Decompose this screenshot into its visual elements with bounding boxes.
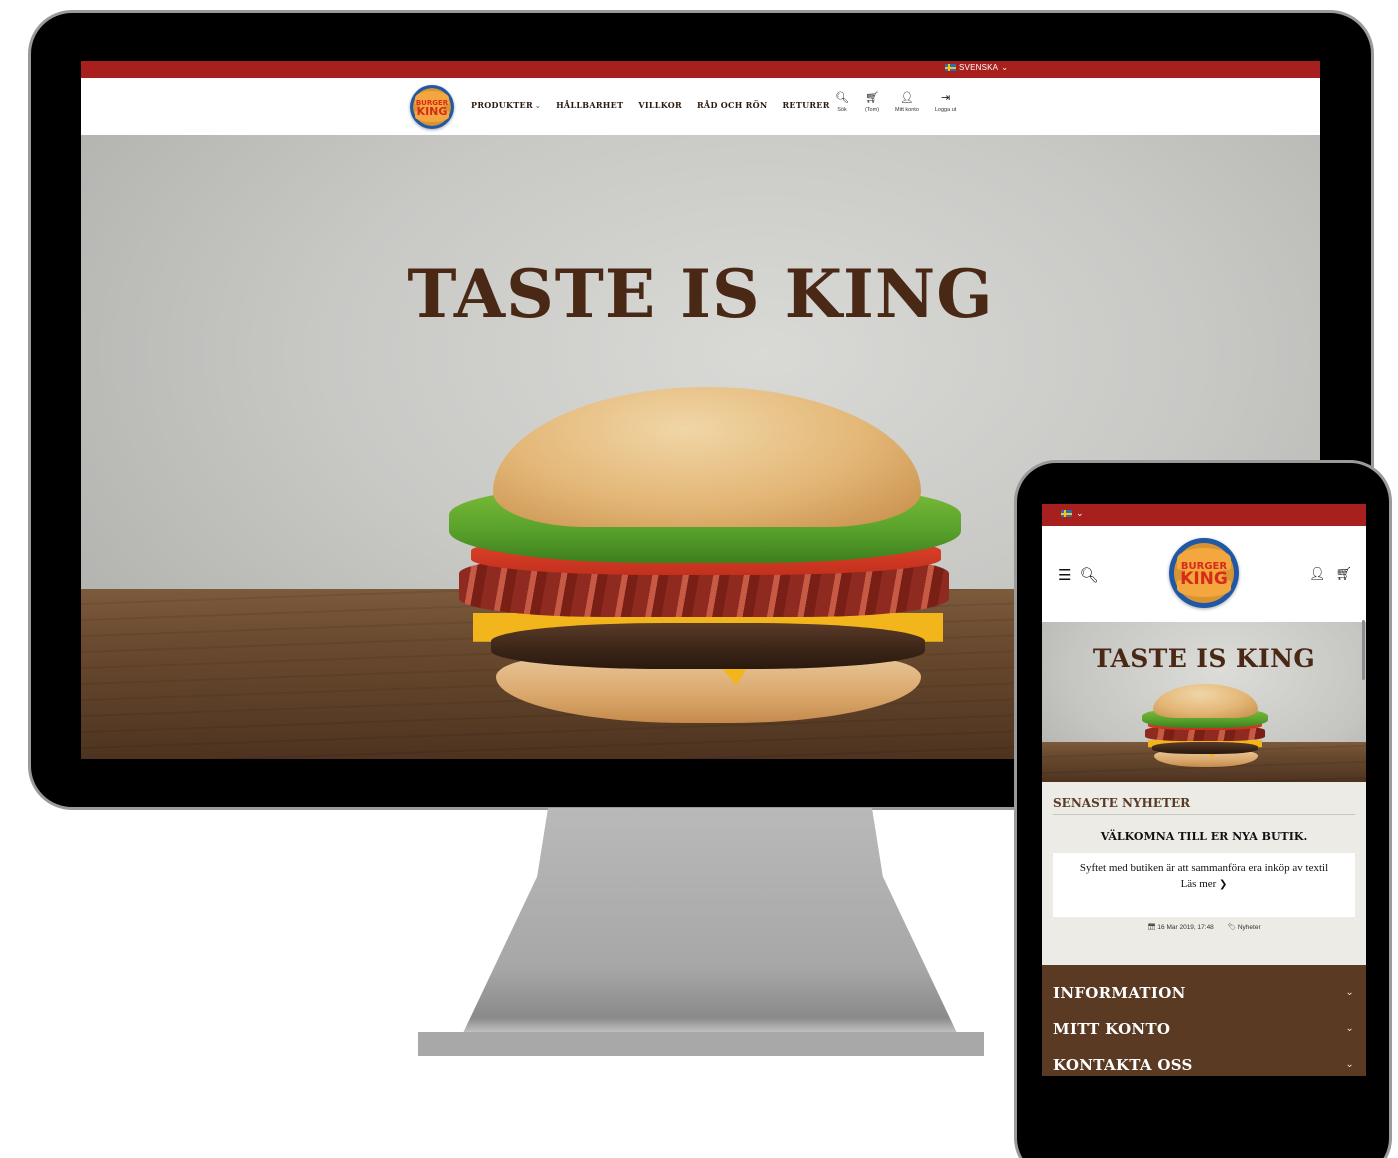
logout-icon: ⇥ [940, 92, 951, 104]
news-heading: SENASTE NYHETER [1053, 796, 1355, 815]
news-card: Syftet med butiken är att sammanföra era… [1053, 853, 1355, 917]
logout-label: Logga ut [934, 107, 957, 113]
mobile-hero-banner: TASTE IS KING [1042, 622, 1366, 782]
read-more-link[interactable]: Läs mer ❯ [1053, 876, 1355, 893]
search-icon[interactable]: 🔍︎ [1079, 566, 1098, 584]
user-icon[interactable]: 👤︎ [1309, 566, 1326, 582]
mobile-left-actions: ☰ 🔍︎ [1058, 566, 1099, 584]
monitor-stand-base [418, 1032, 984, 1056]
accordion-mitt-konto[interactable]: MITT KONTO ⌄ [1042, 1011, 1366, 1047]
burger-image [441, 387, 971, 727]
menu-item-rad-och-ron[interactable]: RÅD OCH RÖN [697, 100, 768, 110]
main-menu: PRODUKTER ⌄ HÅLLBARHET VILLKOR RÅD OCH RÖ… [471, 100, 830, 110]
cart-label: (Tom) [864, 107, 880, 113]
cart-icon: 🛒︎ [865, 92, 879, 104]
burger-king-logo[interactable]: BURGER KING [410, 85, 454, 129]
swedish-flag-icon [1061, 510, 1072, 517]
menu-item-produkter[interactable]: PRODUKTER ⌄ [471, 100, 541, 110]
burger-king-logo[interactable]: BURGER KING [1169, 538, 1239, 608]
news-title[interactable]: VÄLKOMNA TILL ER NYA BUTIK. [1042, 830, 1366, 843]
accordion-kontakta-oss[interactable]: KONTAKTA OSS ⌄ [1042, 1047, 1366, 1076]
news-section: SENASTE NYHETER VÄLKOMNA TILL ER NYA BUT… [1042, 782, 1366, 965]
hero-title: TASTE IS KING [407, 255, 994, 333]
mobile-top-bar: ⌄ [1042, 504, 1366, 526]
mobile-hero-title: TASTE IS KING [1092, 644, 1316, 673]
mobile-right-actions: 👤︎ 🛒︎ [1309, 566, 1352, 582]
search-label: Sök [837, 107, 847, 113]
header-actions: 🔍︎ Sök 🛒︎ (Tom) 👤︎ Mitt konto ⇥ Logga ut [835, 92, 956, 113]
mobile-footer: INFORMATION ⌄ MITT KONTO ⌄ KONTAKTA OSS ⌄ [1042, 965, 1366, 1076]
news-meta: 📅︎ 16 Mar 2019, 17:48 🏷︎ Nyheter [1042, 923, 1366, 931]
chevron-down-icon: ⌄ [1076, 508, 1084, 518]
account-button[interactable]: 👤︎ Mitt konto [895, 92, 919, 113]
accordion-information[interactable]: INFORMATION ⌄ [1042, 975, 1366, 1011]
mobile-language-selector[interactable]: ⌄ [1061, 508, 1084, 519]
chevron-down-icon: ⌄ [1001, 63, 1009, 72]
language-label: SVENSKA [959, 63, 999, 72]
mobile-scrollbar[interactable] [1362, 620, 1365, 680]
hamburger-menu-icon[interactable]: ☰ [1058, 566, 1071, 584]
news-tag[interactable]: 🏷︎ Nyheter [1228, 923, 1261, 931]
news-excerpt: Syftet med butiken är att sammanföra era… [1079, 862, 1329, 874]
search-icon: 🔍︎ [835, 92, 849, 104]
logo-text-king: KING [416, 105, 448, 118]
chevron-down-icon: ⌄ [1345, 1023, 1354, 1034]
logo-text-king: KING [1180, 569, 1228, 589]
swedish-flag-icon [945, 64, 956, 71]
logout-button[interactable]: ⇥ Logga ut [935, 92, 956, 113]
desktop-header: BURGER KING PRODUKTER ⌄ HÅLLBARHET VILLKO… [81, 78, 1320, 135]
menu-item-villkor[interactable]: VILLKOR [638, 100, 682, 110]
mobile-header: ☰ 🔍︎ BURGER KING 👤︎ 🛒︎ [1042, 526, 1366, 622]
search-button[interactable]: 🔍︎ Sök [835, 92, 849, 113]
desktop-top-bar: SVENSKA ⌄ [81, 61, 1320, 78]
chevron-right-icon: ❯ [1219, 879, 1228, 890]
cart-icon[interactable]: 🛒︎ [1335, 566, 1352, 582]
menu-item-hallbarhet[interactable]: HÅLLBARHET [556, 100, 623, 110]
chevron-down-icon: ⌄ [1345, 1059, 1354, 1070]
account-label: Mitt konto [895, 107, 919, 113]
news-date: 📅︎ 16 Mar 2019, 17:48 [1147, 924, 1214, 931]
language-selector[interactable]: SVENSKA ⌄ [945, 63, 1008, 72]
user-icon: 👤︎ [899, 92, 914, 104]
menu-item-returer[interactable]: RETURER [782, 100, 829, 110]
cart-button[interactable]: 🛒︎ (Tom) [865, 92, 879, 113]
chevron-down-icon: ⌄ [1345, 987, 1354, 998]
mobile-screen: ⌄ ☰ 🔍︎ BURGER KING 👤︎ 🛒︎ TASTE IS KING S… [1042, 504, 1366, 1076]
monitor-stand [461, 808, 959, 1036]
burger-image [1140, 684, 1270, 768]
chevron-down-icon: ⌄ [534, 101, 542, 110]
